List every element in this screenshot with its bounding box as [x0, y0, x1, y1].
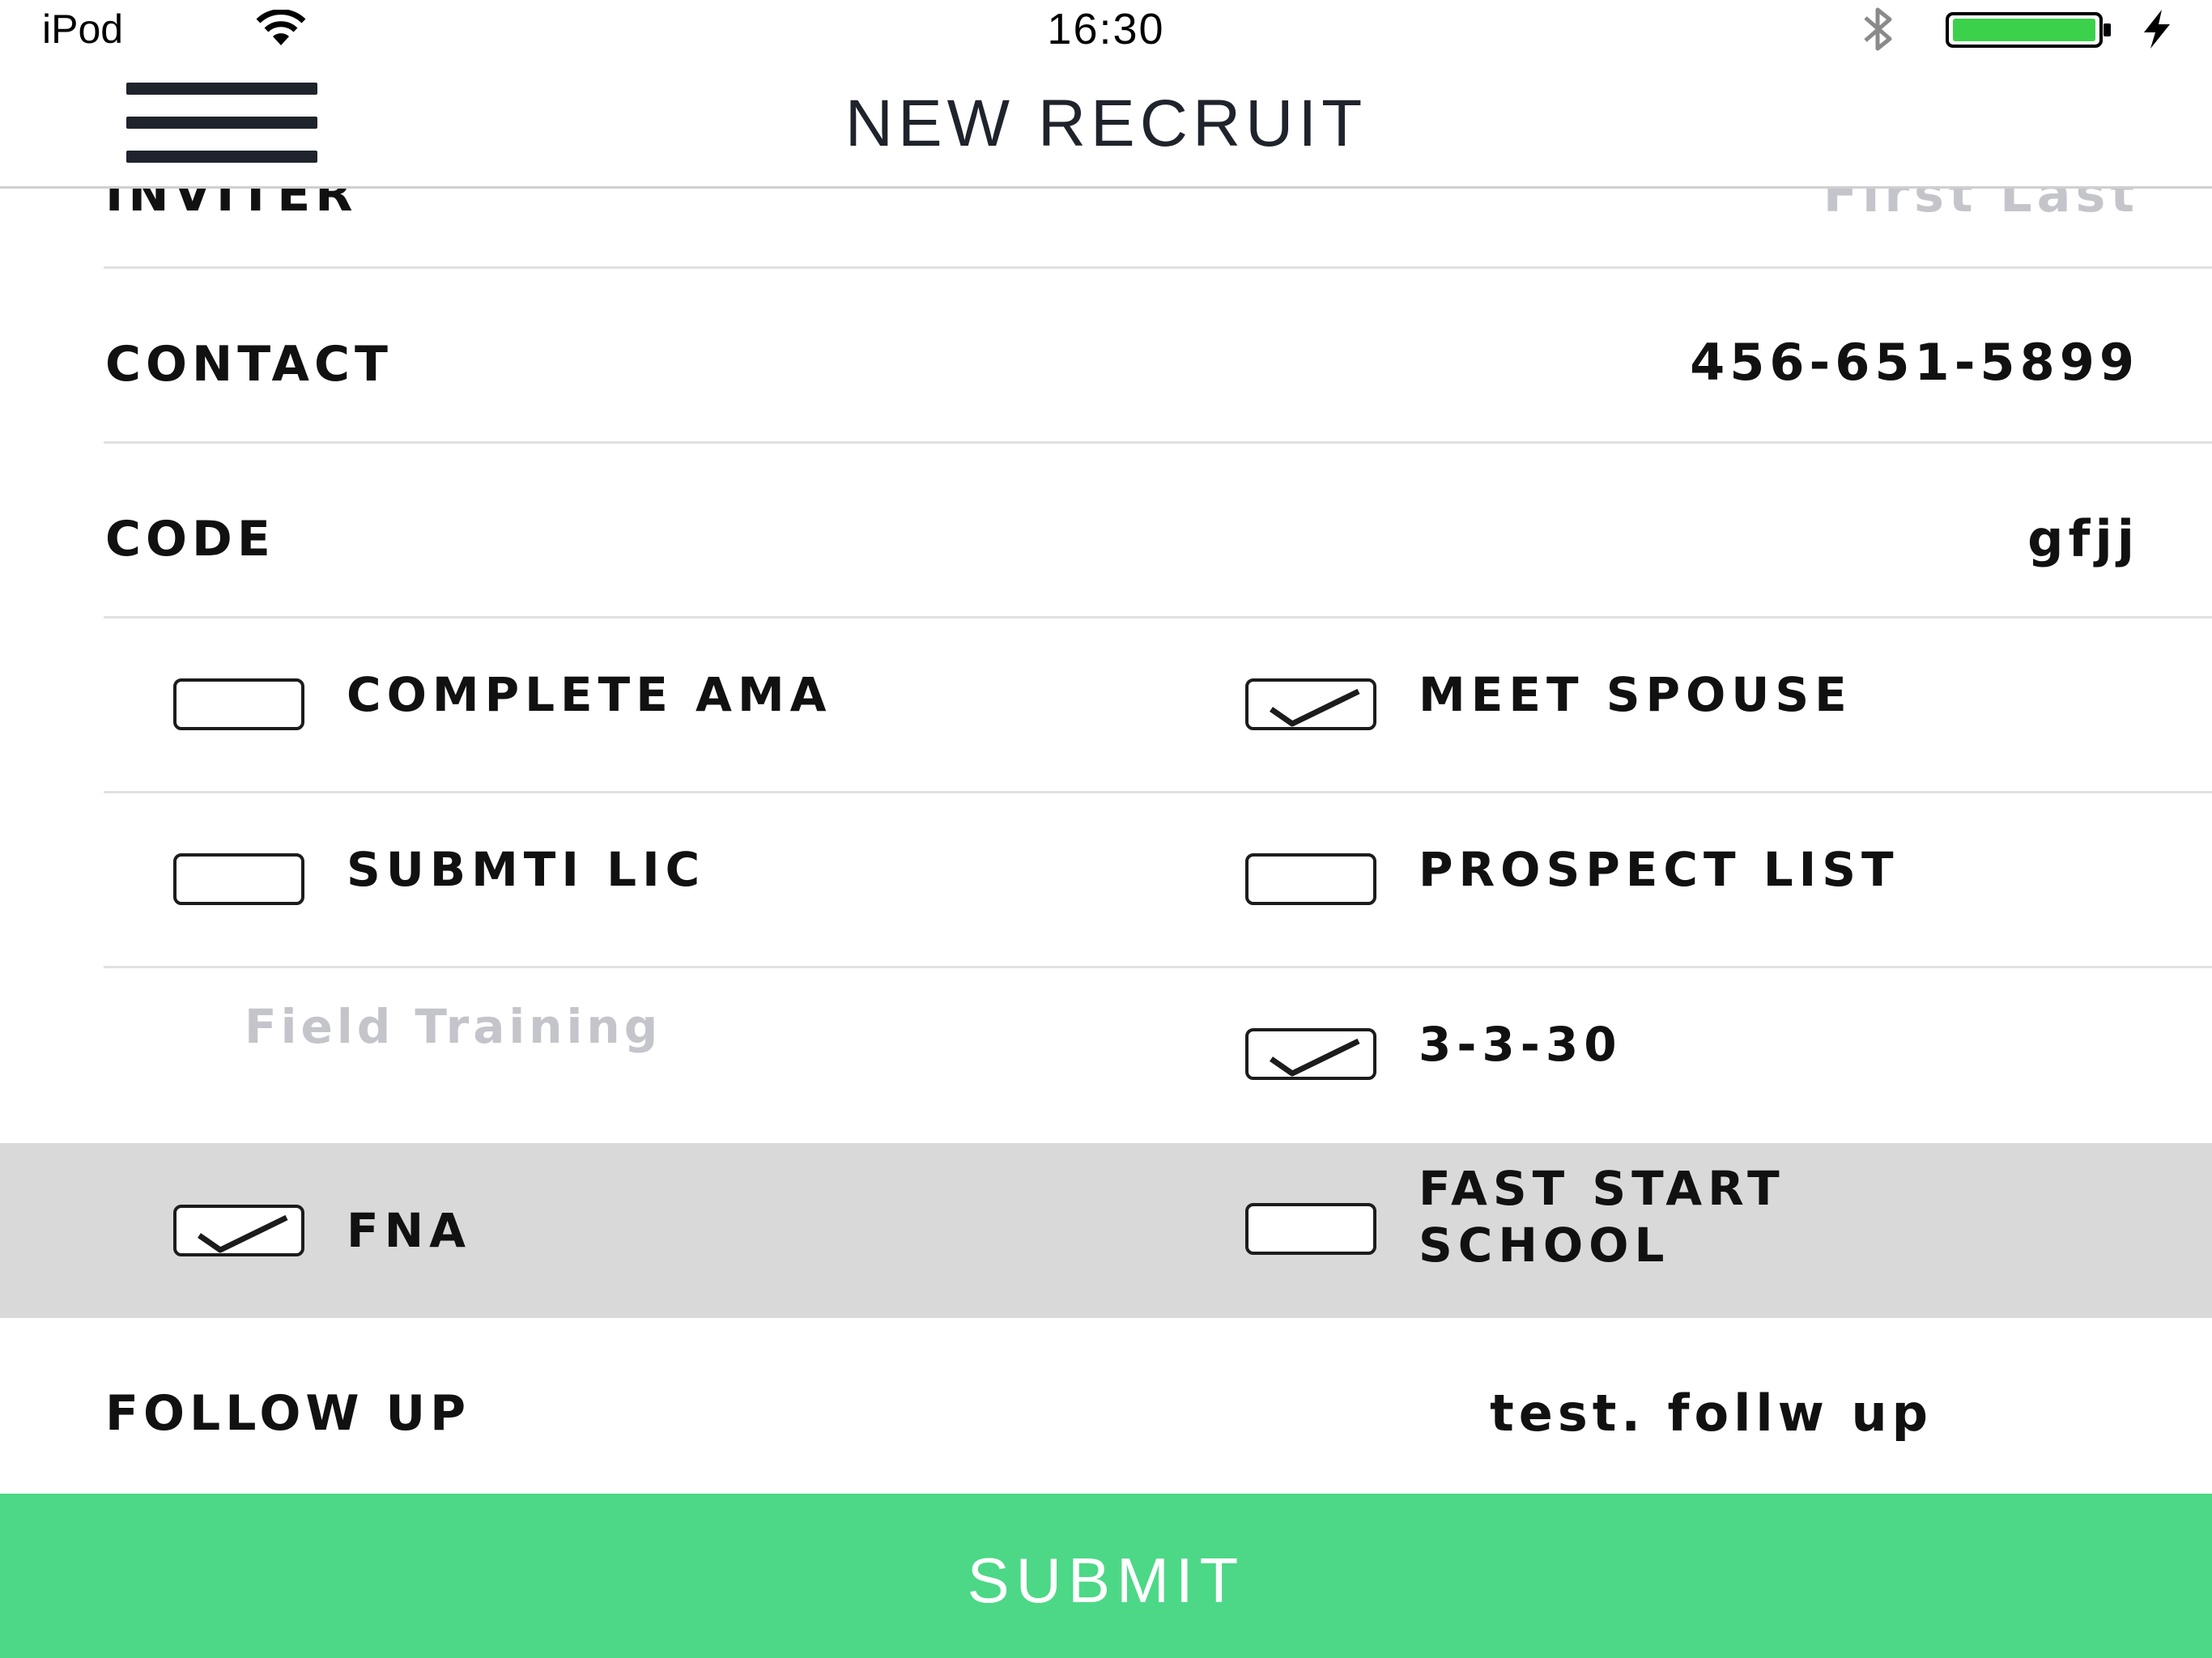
checkbox-box — [173, 853, 304, 905]
meet-spouse-checkbox[interactable]: MEET SPOUSE — [1245, 665, 2136, 746]
contact-row[interactable]: CONTACT 456-651-5899 — [0, 269, 2212, 444]
checklist-row-2: SUBMTI LIC PROSPECT LIST — [0, 793, 2212, 968]
page-title: NEW RECRUIT — [844, 87, 1368, 160]
follow-up-label: FOLLOW UP — [105, 1385, 471, 1442]
recruit-form[interactable]: INVITER First Last CONTACT 456-651-5899 … — [0, 0, 2212, 1494]
checkbox-box — [1245, 678, 1376, 730]
checkbox-box — [1245, 853, 1376, 905]
contact-label: CONTACT — [105, 336, 393, 393]
checkmark-icon — [1270, 1038, 1360, 1077]
checkmark-icon — [1270, 688, 1360, 727]
complete-ama-checkbox[interactable]: COMPLETE AMA — [173, 665, 1145, 746]
follow-up-row[interactable]: FOLLOW UP test. follw up — [0, 1318, 2212, 1493]
follow-up-field[interactable]: test. follw up — [1490, 1384, 1933, 1443]
fast-start-school-label-line1: FAST START — [1419, 1161, 1785, 1216]
checklist-row-3: Field Training 3-3-30 — [0, 968, 2212, 1143]
code-label: CODE — [105, 511, 275, 568]
submit-button[interactable]: SUBMIT — [0, 1494, 2212, 1658]
checkbox-box — [1245, 1028, 1376, 1080]
checkbox-box — [173, 678, 304, 730]
checklist-row-4: FNA FAST START SCHOOL — [0, 1143, 2212, 1318]
checkmark-icon — [198, 1214, 288, 1253]
checklist-row-1: COMPLETE AMA MEET SPOUSE — [0, 619, 2212, 793]
prospect-list-checkbox[interactable]: PROSPECT LIST — [1245, 840, 2176, 921]
fna-label: FNA — [347, 1203, 472, 1258]
three-three-thirty-label: 3-3-30 — [1419, 1017, 1623, 1072]
field-training-input[interactable]: Field Training — [245, 997, 661, 1056]
submit-label: SUBMIT — [967, 1545, 1245, 1616]
new-recruit-screen: iPod 16:30 NEW RECRUIT INVITER First Las… — [0, 0, 2212, 1658]
prospect-list-label: PROSPECT LIST — [1419, 842, 1899, 897]
submti-lic-label: SUBMTI LIC — [347, 842, 706, 897]
code-row[interactable]: CODE gfjj — [0, 444, 2212, 619]
meet-spouse-label: MEET SPOUSE — [1419, 667, 1853, 722]
checkbox-box — [173, 1205, 304, 1256]
contact-field[interactable]: 456-651-5899 — [1690, 334, 2139, 392]
complete-ama-label: COMPLETE AMA — [347, 667, 832, 722]
navigation-bar: NEW RECRUIT — [0, 58, 2212, 189]
fast-start-school-checkbox[interactable]: FAST START SCHOOL — [1245, 1159, 2136, 1305]
submti-lic-checkbox[interactable]: SUBMTI LIC — [173, 840, 1145, 921]
checkbox-box — [1245, 1203, 1376, 1255]
fna-checkbox[interactable]: FNA — [173, 1192, 821, 1273]
three-three-thirty-checkbox[interactable]: 3-3-30 — [1245, 1015, 1893, 1096]
fast-start-school-label-line2: SCHOOL — [1419, 1218, 1670, 1273]
code-field[interactable]: gfjj — [2027, 510, 2139, 568]
